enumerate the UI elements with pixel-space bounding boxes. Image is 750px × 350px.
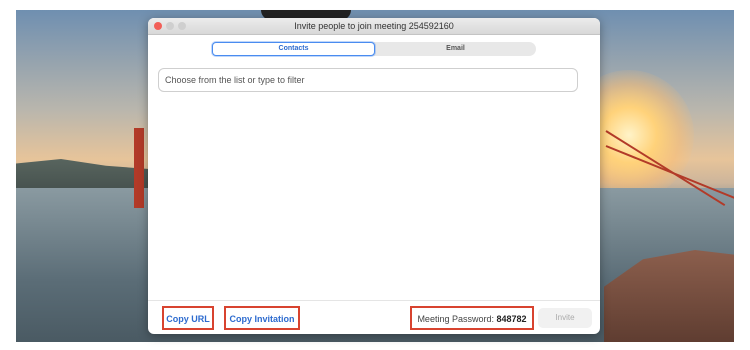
tab-contacts[interactable]: Contacts	[212, 42, 375, 56]
contacts-list[interactable]	[158, 98, 588, 294]
copy-url-highlight: Copy URL	[162, 306, 214, 330]
close-window-button[interactable]	[154, 22, 162, 30]
minimize-window-button[interactable]	[166, 22, 174, 30]
copy-invitation-button[interactable]: Copy Invitation	[226, 308, 298, 330]
invite-button[interactable]: Invite	[538, 308, 592, 328]
meeting-password-value: 848782	[496, 314, 527, 324]
invite-method-tabs: Contacts Email	[212, 42, 536, 56]
title-bar: Invite people to join meeting 254592160	[148, 18, 600, 35]
contacts-filter-input[interactable]	[158, 68, 578, 92]
meeting-password-label: Meeting Password:	[417, 314, 494, 324]
tab-email[interactable]: Email	[375, 42, 536, 56]
zoom-window-button[interactable]	[178, 22, 186, 30]
window-title: Invite people to join meeting 254592160	[294, 21, 454, 31]
meeting-password: Meeting Password: 848782	[412, 308, 532, 330]
meeting-password-highlight: Meeting Password: 848782	[410, 306, 534, 330]
bridge-tower-left	[134, 128, 144, 208]
copy-url-button[interactable]: Copy URL	[164, 308, 212, 330]
invite-dialog: Invite people to join meeting 254592160 …	[148, 18, 600, 334]
dialog-footer: Copy URL Copy Invitation Meeting Passwor…	[148, 300, 600, 334]
copy-invitation-highlight: Copy Invitation	[224, 306, 300, 330]
